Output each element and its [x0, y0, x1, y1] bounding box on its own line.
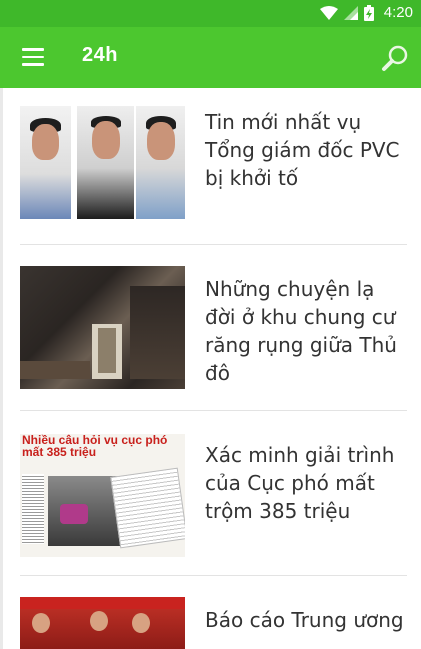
wifi-icon: [319, 6, 338, 20]
app-title: 24h: [82, 44, 118, 66]
app-bar: 24h: [0, 27, 421, 88]
status-bar: 4:20: [0, 0, 421, 27]
article-headline[interactable]: Những chuyện lạ đời ở khu chung cư răng …: [205, 275, 410, 387]
article-headline[interactable]: Báo cáo Trung ương: [205, 606, 410, 634]
battery-charging-icon: [363, 5, 374, 21]
article-item[interactable]: Báo cáo Trung ương: [20, 597, 407, 649]
hamburger-menu-icon[interactable]: [22, 48, 44, 66]
status-icons: 4:20: [319, 4, 413, 22]
article-thumbnail: [20, 597, 185, 649]
article-item[interactable]: Nhiều câu hỏi vụ cục phó mất 385 triệu X…: [20, 434, 407, 574]
article-headline[interactable]: Tin mới nhất vụ Tổng giám đốc PVC bị khở…: [205, 108, 410, 192]
search-icon[interactable]: [381, 44, 409, 72]
signal-icon: [343, 6, 358, 20]
article-headline[interactable]: Xác minh giải trình của Cục phó mất trộm…: [205, 441, 410, 525]
divider: [20, 575, 407, 576]
article-item[interactable]: Những chuyện lạ đời ở khu chung cư răng …: [20, 266, 407, 406]
article-thumbnail: Nhiều câu hỏi vụ cục phó mất 385 triệu: [20, 434, 185, 557]
status-time: 4:20: [383, 4, 413, 21]
article-thumbnail: [20, 266, 185, 389]
divider: [20, 244, 407, 245]
news-feed[interactable]: Tin mới nhất vụ Tổng giám đốc PVC bị khở…: [0, 88, 421, 649]
article-thumbnail: [20, 106, 185, 219]
thumbnail-headline: Nhiều câu hỏi vụ cục phó mất 385 triệu: [22, 434, 168, 459]
article-item[interactable]: Tin mới nhất vụ Tổng giám đốc PVC bị khở…: [20, 106, 407, 246]
divider: [20, 410, 407, 411]
